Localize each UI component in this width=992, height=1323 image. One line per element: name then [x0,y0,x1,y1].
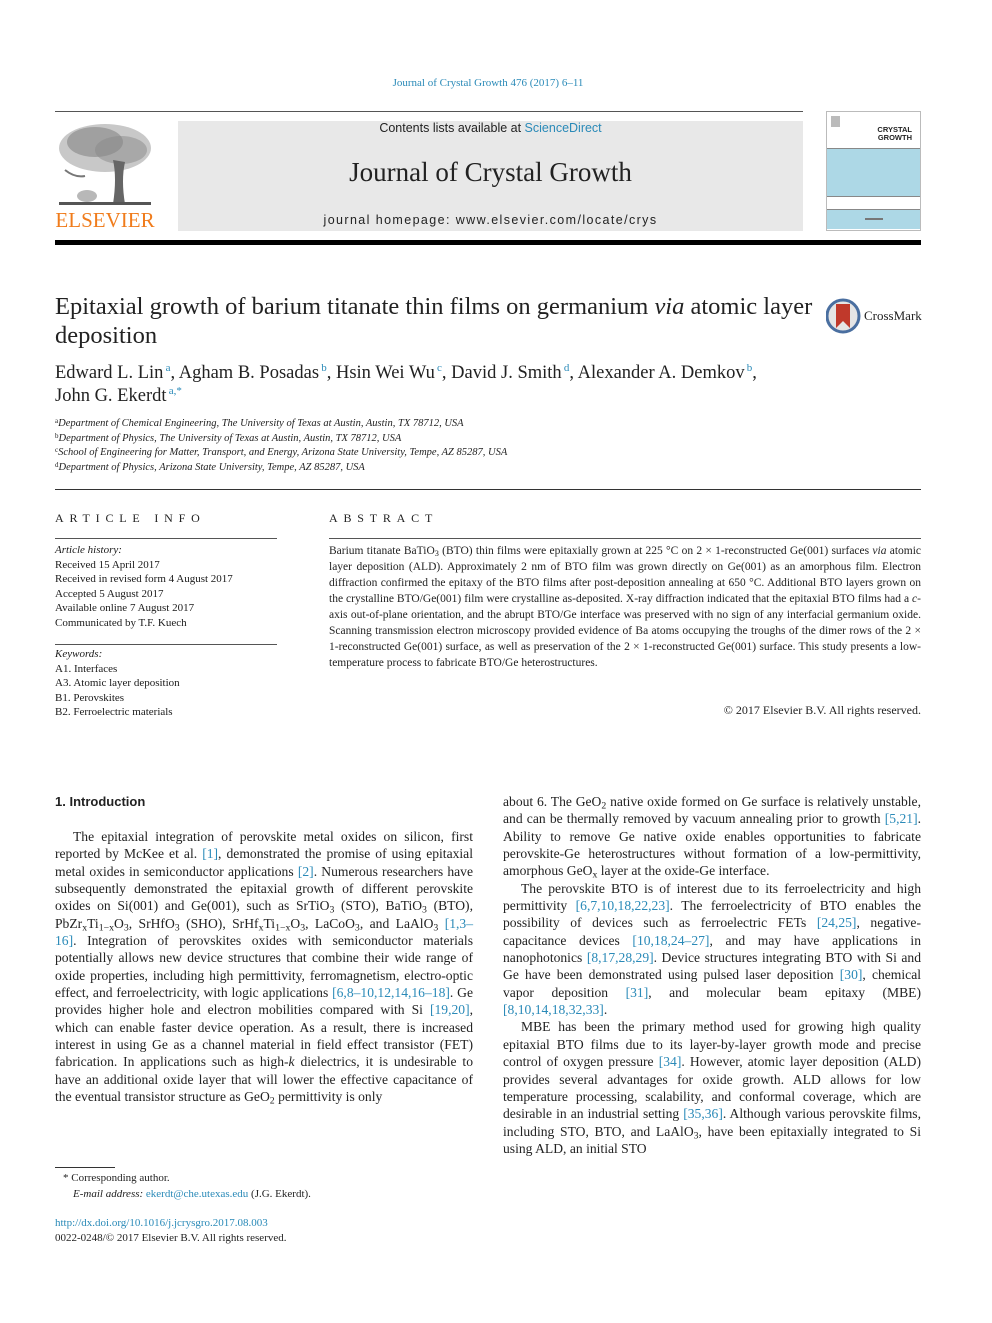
citation-link[interactable]: [8,17,28,29] [587,950,654,965]
corresponding-author-note: * Corresponding author. [63,1172,170,1184]
issn-copyright: 0022-0248/© 2017 Elsevier B.V. All right… [55,1232,287,1244]
keywords: Keywords: A1. Interfaces A3. Atomic layer… [55,647,277,720]
keyword-item: A1. Interfaces [55,662,118,675]
abstract-rule [329,538,921,539]
journal-cover-thumbnail[interactable]: CRYSTAL GROWTH [826,111,921,231]
citation-link[interactable]: [8,10,14,18,32,33] [503,1002,604,1017]
crossmark-label: CrossMark [864,308,922,323]
crossmark-icon [826,298,861,334]
citation-link[interactable]: [31] [626,985,649,1000]
top-rule [55,111,803,112]
article-title: Epitaxial growth of barium titanate thin… [55,293,813,349]
intro-paragraph-1: The epitaxial integration of perovskite … [55,829,474,1107]
elsevier-wordmark: ELSEVIER [55,208,155,232]
keyword-item: A3. Atomic layer deposition [55,677,180,689]
affiliation-list: aDepartment of Chemical Engineering, The… [55,417,655,475]
intro-paragraph-2: The perovskite BTO is of interest due to… [503,880,922,1018]
email-note: E-mail address: ekerdt@che.utexas.edu (J… [73,1188,311,1200]
footnotes: * Corresponding author. E-mail address: … [55,1170,475,1202]
crossmark-button[interactable]: CrossMark [826,298,926,334]
citation-link[interactable]: [30] [840,967,863,982]
history-item: Available online 7 August 2017 [55,602,195,614]
citation-link[interactable]: [6,7,10,18,22,23] [576,898,670,913]
author-list: Edward L. Lin a, Agham B. Posadas b, Hsi… [55,362,757,407]
author-name[interactable]: Alexander A. Demkov [578,363,745,383]
affiliation: cSchool of Engineering for Matter, Trans… [55,446,508,459]
citation-link[interactable]: [1] [202,846,218,861]
citation-link[interactable]: [5,21] [885,811,918,826]
header-thick-rule [55,240,921,245]
article-info-heading: ARTICLE INFO [55,511,206,525]
keywords-rule [55,644,277,645]
contents-prefix: Contents lists available at [379,121,525,135]
affiliation-marker[interactable]: b [319,362,327,374]
citation-link[interactable]: [34] [659,1054,682,1069]
author-name[interactable]: Agham B. Posadas [179,363,319,383]
citation-link[interactable]: [6,8–10,12,14,16–18] [332,985,450,1000]
abstract-copyright: © 2017 Elsevier B.V. All rights reserved… [723,703,921,717]
history-item: Communicated by T.F. Kuech [55,616,187,629]
author-name[interactable]: John G. Ekerdt [55,386,167,406]
history-label: Article history: [55,544,122,556]
history-item: Accepted 5 August 2017 [55,587,164,600]
keywords-label: Keywords: [55,648,103,660]
sciencedirect-link[interactable]: ScienceDirect [525,121,602,135]
keyword-item: B2. Ferroelectric materials [55,706,173,718]
body-column-left: The epitaxial integration of perovskite … [55,828,473,1106]
author-name[interactable]: Hsin Wei Wu [336,363,435,383]
citation-link[interactable]: [19,20] [430,1002,470,1017]
abstract-heading: ABSTRACT [329,511,439,525]
affiliation-marker[interactable]: d [562,362,570,374]
doi-block: http://dx.doi.org/10.1016/j.jcrysgro.201… [55,1216,475,1246]
affiliation-marker[interactable]: b [745,362,753,374]
footnote-rule [55,1167,115,1168]
affiliation: dDepartment of Physics, Arizona State Un… [55,460,365,473]
email-link[interactable]: ekerdt@che.utexas.edu [146,1188,248,1200]
affiliation: aDepartment of Chemical Engineering, The… [55,417,464,430]
author-name[interactable]: Edward L. Lin [55,363,163,383]
doi-link[interactable]: http://dx.doi.org/10.1016/j.jcrysgro.201… [55,1217,268,1229]
elsevier-logo[interactable]: ELSEVIER [55,120,155,232]
introduction-heading: 1. Introduction [55,794,146,809]
affiliation-marker[interactable]: c [435,362,442,374]
journal-name: Journal of Crystal Growth [349,157,632,187]
article-info-rule [55,538,277,539]
citation-link[interactable]: [24,25] [817,915,857,930]
elsevier-tree-icon [55,120,155,210]
intro-paragraph-1-continued: about 6. The GeO2 native oxide formed on… [503,794,921,881]
section-rule [55,489,921,490]
body-column-right: about 6. The GeO2 native oxide formed on… [503,793,921,1157]
citation-link[interactable]: [35,36] [683,1106,723,1121]
affiliation-marker[interactable]: a,* [167,385,182,397]
journal-masthead: Contents lists available at ScienceDirec… [178,121,803,231]
cover-publisher-icon [831,116,840,127]
keyword-item: B1. Perovskites [55,691,125,704]
author-name[interactable]: David J. Smith [451,363,562,383]
contents-line: Contents lists available at ScienceDirec… [178,121,803,135]
affiliation-marker[interactable]: a [163,362,171,374]
article-history: Article history: Received 15 April 2017 R… [55,543,277,630]
journal-homepage-link[interactable]: journal homepage: www.elsevier.com/locat… [178,213,803,227]
running-head-citation[interactable]: Journal of Crystal Growth 476 (2017) 6–1… [0,77,976,89]
citation-link[interactable]: [2] [298,864,314,879]
cover-title: CRYSTAL GROWTH [877,125,912,142]
citation-link[interactable]: [10,18,24–27] [632,933,709,948]
intro-paragraph-3: MBE has been the primary method used for… [503,1019,921,1156]
history-item: Received 15 April 2017 [55,558,160,571]
affiliation: bDepartment of Physics, The University o… [55,431,402,444]
history-item: Received in revised form 4 August 2017 [55,573,233,585]
abstract-body: Barium titanate BaTiO3 (BTO) thin films … [329,545,922,669]
